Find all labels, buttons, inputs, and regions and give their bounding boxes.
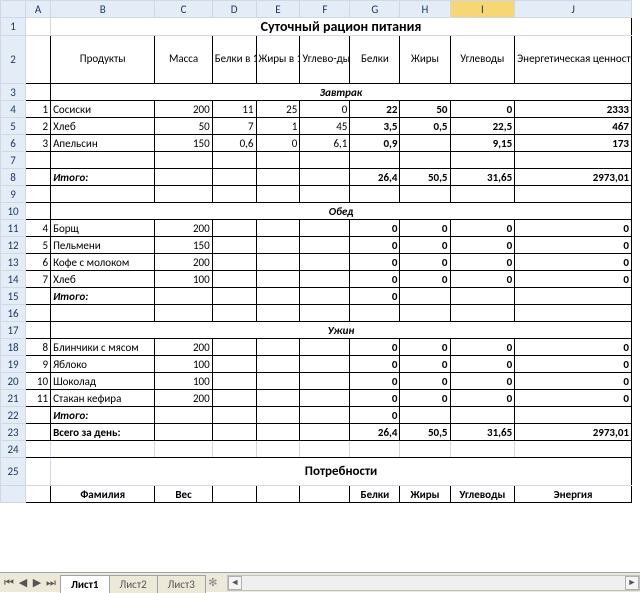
tab-nav-last-icon[interactable]: ⏭ — [44, 575, 58, 591]
section-breakfast: Завтрак — [51, 84, 632, 101]
hdr-prot2: Белки — [350, 486, 400, 503]
day-total-label: Всего за день: — [51, 424, 155, 441]
subtotal-label: Итого: — [51, 288, 155, 305]
row-header[interactable]: 2 — [1, 36, 26, 84]
col-header-J[interactable]: J — [515, 1, 632, 18]
table-row: 14 7 Хлеб 100 0 0 0 0 — [1, 271, 632, 288]
col-header-A[interactable]: A — [26, 1, 51, 18]
hdr-prot: Белки — [350, 36, 400, 84]
hdr-weight: Вес — [155, 486, 212, 503]
row-header[interactable]: 10 — [1, 203, 26, 220]
table-row: 20 10 Шоколад 100 0 0 0 0 — [1, 373, 632, 390]
col-header-H[interactable]: H — [400, 1, 450, 18]
spreadsheet-grid[interactable]: A B C D E F G H I J 1 Суточный рацион пи… — [0, 0, 632, 503]
hdr-energy2: Энергия — [515, 486, 632, 503]
row-header[interactable]: 13 — [1, 254, 26, 271]
row-header[interactable] — [1, 486, 26, 503]
table-row: 6 3 Апельсин 150 0,6 0 6,1 0,9 9,15 173 — [1, 135, 632, 152]
add-sheet-icon[interactable]: ✻ — [205, 576, 221, 589]
subtotal-row: 15 Итого: 0 — [1, 288, 632, 305]
col-header-I[interactable]: I — [450, 1, 515, 18]
row-header[interactable]: 11 — [1, 220, 26, 237]
hdr-fat2: Жиры — [400, 486, 450, 503]
table-row: 13 6 Кофе с молоком 200 0 0 0 0 — [1, 254, 632, 271]
tab-nav-prev-icon[interactable]: ◀ — [16, 575, 30, 591]
col-header-G[interactable]: G — [350, 1, 400, 18]
row-header[interactable]: 24 — [1, 441, 26, 458]
row-header[interactable]: 3 — [1, 84, 26, 101]
hdr-surname: Фамилия — [51, 486, 155, 503]
sheet-tab[interactable]: Лист1 — [60, 575, 110, 593]
col-header-F[interactable]: F — [300, 1, 350, 18]
table-row: 18 8 Блинчики с мясом 200 0 0 0 0 — [1, 339, 632, 356]
row-header[interactable]: 21 — [1, 390, 26, 407]
row-header[interactable]: 6 — [1, 135, 26, 152]
day-total-row: 23 Всего за день: 26,4 50,5 31,65 2973,0… — [1, 424, 632, 441]
table-row: 12 5 Пельмени 150 0 0 0 0 — [1, 237, 632, 254]
subtotal-row: 22 Итого: 0 — [1, 407, 632, 424]
col-header-C[interactable]: C — [155, 1, 212, 18]
row-header[interactable]: 20 — [1, 373, 26, 390]
row-header[interactable]: 16 — [1, 305, 26, 322]
row-header[interactable]: 25 — [1, 458, 26, 486]
col-header-D[interactable]: D — [212, 1, 256, 18]
table-row: 19 9 Яблоко 100 0 0 0 0 — [1, 356, 632, 373]
hdr-carb2: Углеводы — [450, 486, 515, 503]
sheet-tab[interactable]: Лист2 — [109, 575, 158, 593]
hdr-fat: Жиры — [400, 36, 450, 84]
section-dinner: Ужин — [51, 322, 632, 339]
hdr-fat100: Жиры в 100 г — [256, 36, 300, 84]
subtotal-label: Итого: — [51, 407, 155, 424]
subtotal-row: 8 Итого: 26,4 50,5 31,65 2973,01 — [1, 169, 632, 186]
row-header[interactable]: 22 — [1, 407, 26, 424]
col-header-E[interactable]: E — [256, 1, 300, 18]
tab-nav-first-icon[interactable]: ⏮ — [2, 575, 16, 591]
hdr-energy: Энергетическая ценность — [515, 36, 632, 84]
row-header[interactable]: 17 — [1, 322, 26, 339]
row-header[interactable]: 9 — [1, 186, 26, 203]
sheet-tab[interactable]: Лист3 — [157, 575, 206, 593]
table-row: 21 11 Стакан кефира 200 0 0 0 0 — [1, 390, 632, 407]
section-needs: Потребности — [51, 458, 632, 486]
col-header-B[interactable]: B — [51, 1, 155, 18]
hdr-carb100: Углево-ды в 100 г — [300, 36, 350, 84]
hdr-carb: Углеводы — [450, 36, 515, 84]
row-header[interactable]: 15 — [1, 288, 26, 305]
hdr-product: Продукты — [51, 36, 155, 84]
row-header[interactable]: 8 — [1, 169, 26, 186]
scroll-left-icon[interactable]: ◄ — [228, 576, 242, 590]
row-header[interactable]: 14 — [1, 271, 26, 288]
row-header[interactable]: 19 — [1, 356, 26, 373]
table-row: 5 2 Хлеб 50 7 1 45 3,5 0,5 22,5 467 — [1, 118, 632, 135]
select-all-corner[interactable] — [1, 1, 26, 18]
section-lunch: Обед — [51, 203, 632, 220]
row-header[interactable]: 12 — [1, 237, 26, 254]
scroll-right-icon[interactable]: ► — [625, 576, 639, 590]
hdr-prot100: Белки в 100 г — [212, 36, 256, 84]
subtotal-label: Итого: — [51, 169, 155, 186]
row-header[interactable]: 7 — [1, 152, 26, 169]
table-row: 4 1 Сосиски 200 11 25 0 22 50 0 2333 — [1, 101, 632, 118]
tab-nav-next-icon[interactable]: ▶ — [30, 575, 44, 591]
row-header[interactable]: 5 — [1, 118, 26, 135]
row-header[interactable]: 18 — [1, 339, 26, 356]
hdr-mass: Масса — [155, 36, 212, 84]
sheet-tab-bar: ⏮ ◀ ▶ ⏭ Лист1 Лист2 Лист3 ✻ ◄ ► — [0, 572, 640, 592]
page-title: Суточный рацион питания — [51, 18, 632, 36]
table-row: 11 4 Борщ 200 0 0 0 0 — [1, 220, 632, 237]
column-header-row: A B C D E F G H I J — [1, 1, 632, 18]
row-header[interactable]: 1 — [1, 18, 26, 36]
row-header[interactable]: 23 — [1, 424, 26, 441]
row-header[interactable]: 4 — [1, 101, 26, 118]
horizontal-scrollbar[interactable]: ◄ ► — [227, 575, 640, 591]
